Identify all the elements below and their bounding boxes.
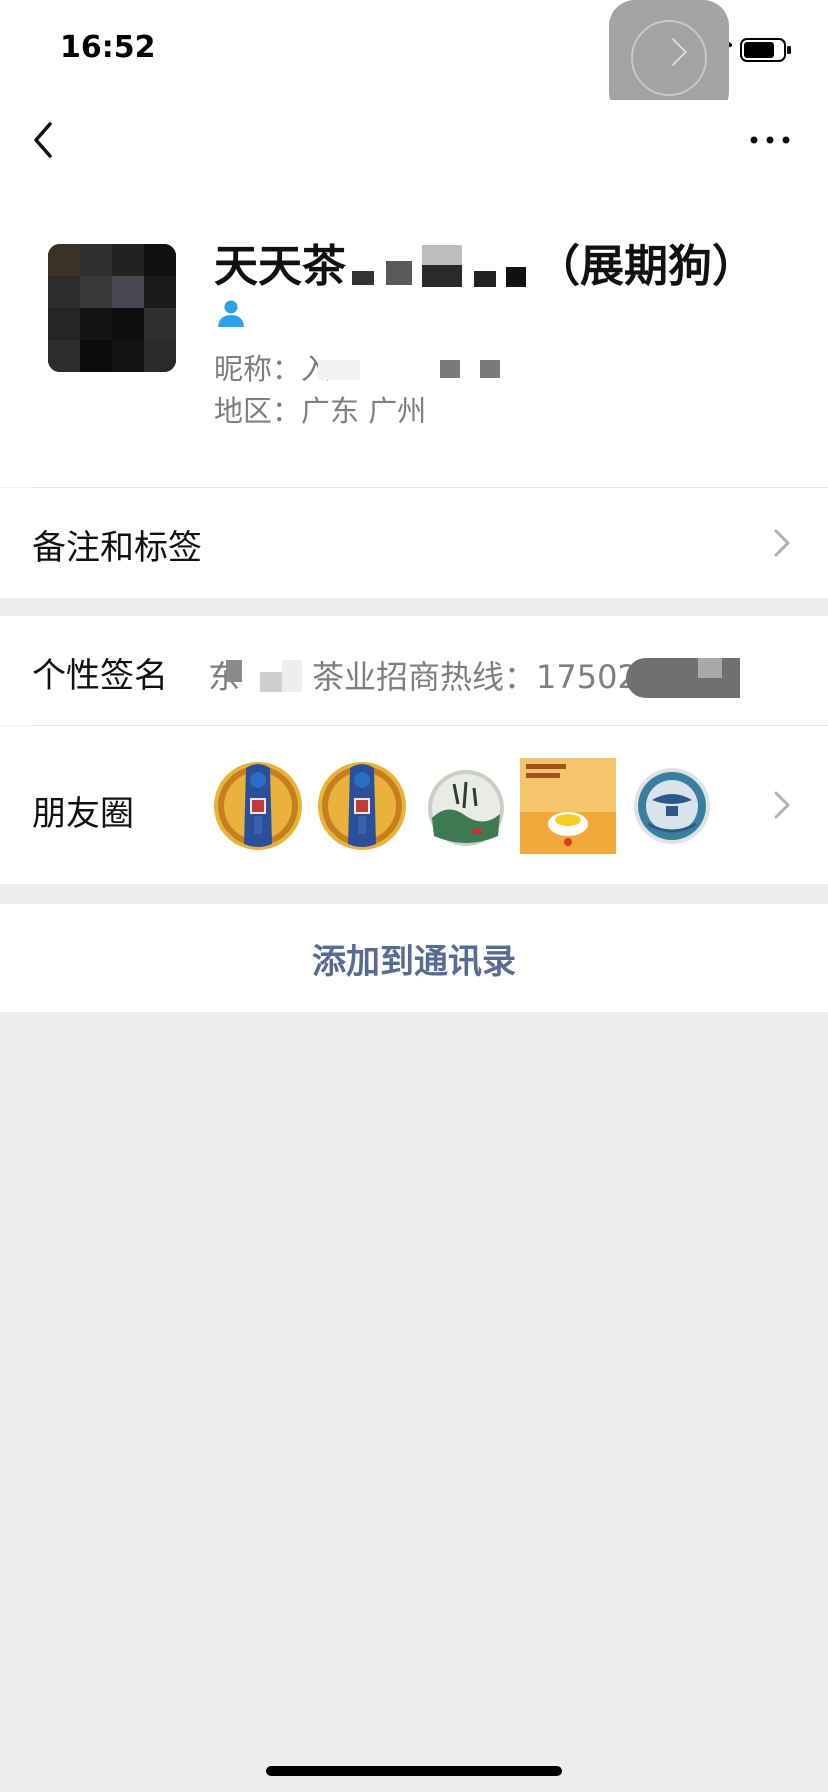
remark-tags-row[interactable]: 备注和标签: [0, 488, 828, 598]
signature-row: 个性签名 东茶业招商热线：175020: [0, 616, 828, 725]
signature-redacted-mosaic: [626, 658, 740, 698]
status-time: 16:52: [60, 30, 156, 65]
profile-name: 天天茶 （展期狗）: [214, 230, 756, 294]
moments-thumbnail-2[interactable]: [314, 758, 410, 854]
add-to-contacts-button[interactable]: 添加到通讯录: [0, 904, 828, 1012]
profile-nickname: 昵称：入: [214, 346, 330, 388]
nickname-text: 昵称：入: [214, 352, 331, 386]
signature-redacted-mosaic: [698, 658, 722, 678]
profile-name-prefix: 天天茶: [214, 241, 346, 292]
moments-thumbnail-4[interactable]: [520, 758, 616, 854]
moments-thumbnail-1[interactable]: [210, 758, 306, 854]
assistive-touch-ring-icon: [631, 20, 707, 96]
person-icon: [218, 300, 244, 327]
battery-icon: [740, 38, 791, 62]
signature-label: 个性签名: [32, 656, 168, 696]
signature-redacted-mosaic: [282, 660, 302, 692]
moments-thumbnail-3[interactable]: [418, 758, 514, 854]
more-dots-icon[interactable]: [748, 130, 792, 150]
remark-tags-label: 备注和标签: [32, 528, 202, 568]
moments-thumbnail-5[interactable]: [624, 758, 720, 854]
signature-redacted-mosaic: [226, 660, 242, 682]
signature-value-text: 茶业招商热线：: [312, 658, 537, 696]
moments-label: 朋友圈: [32, 794, 134, 834]
profile-name-redacted: [346, 245, 536, 289]
nickname-redacted: [440, 360, 460, 378]
home-indicator[interactable]: [266, 1766, 562, 1776]
chevron-left-icon[interactable]: [28, 118, 58, 162]
nickname-redacted: [480, 360, 500, 378]
signature-redacted-mosaic: [260, 672, 282, 692]
chevron-right-icon: [774, 791, 790, 819]
profile-header: 天天茶 （展期狗） 昵称：入 地区：广东 广州: [0, 180, 828, 487]
moments-row[interactable]: 朋友圈: [0, 726, 828, 884]
chevron-right-icon: [774, 529, 790, 557]
nickname-redacted: [318, 360, 360, 380]
nav-bar: [0, 100, 828, 180]
profile-name-suffix: （展期狗）: [536, 241, 756, 292]
profile-region: 地区：广东 广州: [214, 394, 427, 428]
avatar[interactable]: [48, 244, 176, 372]
